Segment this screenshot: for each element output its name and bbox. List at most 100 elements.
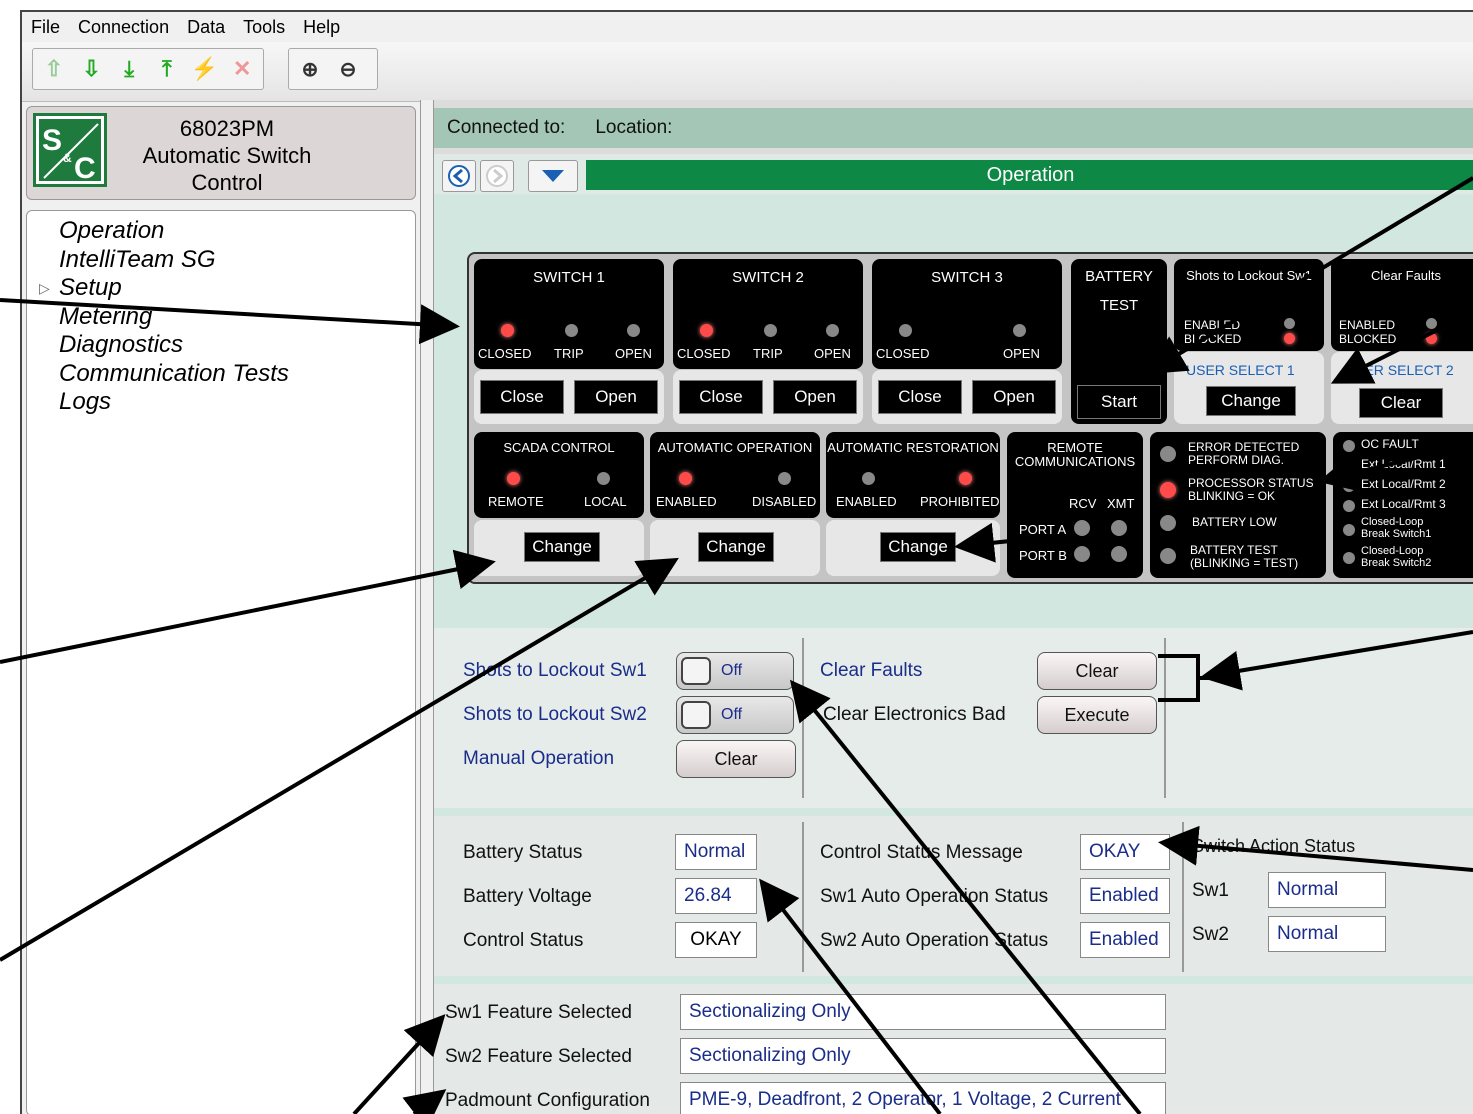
app-window: File Connection Data Tools Help ⇧ ⇩ ⤓ ⤒ … <box>20 10 1473 1114</box>
user-select1-change-button[interactable]: Change <box>1206 386 1296 416</box>
port-b-label: PORT B <box>1019 548 1067 563</box>
nav-item-logs[interactable]: Logs <box>59 388 289 417</box>
battery-voltage-label: Battery Voltage <box>463 886 592 907</box>
switch1-closed-led <box>501 324 514 337</box>
switch3-open-label: OPEN <box>1003 346 1040 361</box>
remote-comm-title1: REMOTE <box>1047 440 1103 455</box>
switch1-trip-led <box>565 324 578 337</box>
connected-to-label: Connected to: <box>447 117 566 138</box>
switch2-open-button[interactable]: Open <box>773 380 857 414</box>
switch1-open-led <box>627 324 640 337</box>
scada-local-label: LOCAL <box>584 494 627 509</box>
switch3-close-button[interactable]: Close <box>878 380 962 414</box>
shots-sw2-toggle[interactable]: Off <box>676 696 794 734</box>
scada-remote-label: REMOTE <box>488 494 544 509</box>
zoom-out-icon[interactable]: ⊖ <box>333 54 363 84</box>
scada-remote-led <box>507 472 520 485</box>
battery-status-value: Normal <box>675 834 757 870</box>
forward-button[interactable] <box>480 160 514 192</box>
port-a-label: PORT A <box>1019 522 1067 537</box>
sw2-auto-operation-label: Sw2 Auto Operation Status <box>820 930 1049 951</box>
sw2-feature-label: Sw2 Feature Selected <box>445 1046 632 1067</box>
switch2-title: SWITCH 2 <box>732 269 804 286</box>
switch3-open-button[interactable]: Open <box>972 380 1056 414</box>
battery-test-led <box>1160 548 1176 564</box>
clear-faults-button[interactable]: Clear <box>1037 652 1157 690</box>
user-select2-clear-button[interactable]: Clear <box>1359 388 1443 418</box>
expand-arrow-icon[interactable]: ▷ <box>39 274 50 303</box>
battery-test-start-button[interactable]: Start <box>1077 385 1161 419</box>
shots-enabled-led <box>1284 318 1295 329</box>
sw1-feature-label: Sw1 Feature Selected <box>445 1002 632 1023</box>
nav-item-communication-tests[interactable]: Communication Tests <box>59 360 289 389</box>
menu-connection[interactable]: Connection <box>69 17 178 38</box>
pane-splitter[interactable] <box>420 100 434 1114</box>
screen-dropdown-button[interactable] <box>528 160 578 192</box>
auto-restoration-prohibited-led <box>959 472 972 485</box>
blinking-test-label: (BLINKING = TEST) <box>1190 556 1299 570</box>
clear-faults-title: Clear Faults <box>1370 268 1442 283</box>
back-button[interactable] <box>442 160 476 192</box>
switch3-closed-led <box>899 324 912 337</box>
break-switch1-label: Break Switch1 <box>1361 528 1432 540</box>
upload-disabled-icon[interactable]: ⇧ <box>39 54 69 84</box>
clear-faults-enabled-led <box>1426 318 1437 329</box>
switch3-closed-label: CLOSED <box>876 346 930 361</box>
padmount-config-label: Padmount Configuration <box>445 1090 650 1111</box>
main-pane: Connected to: Location: Operation SWITCH… <box>434 100 1473 1114</box>
ext-local-rmt2-label: Ext Local/Rmt 2 <box>1361 477 1446 491</box>
switch2-close-button[interactable]: Close <box>679 380 763 414</box>
test-title: TEST <box>1099 297 1139 314</box>
menu-tools[interactable]: Tools <box>234 17 294 38</box>
disconnect-disabled-icon[interactable]: ✕ <box>227 54 257 84</box>
auto-operation-disabled-led <box>778 472 791 485</box>
nav-item-operation[interactable]: Operation <box>59 217 289 246</box>
rcv-label: RCV <box>1069 496 1097 511</box>
zoom-in-icon[interactable]: ⊕ <box>295 54 325 84</box>
upload-file-icon[interactable]: ⤒ <box>152 54 182 84</box>
auto-operation-block: AUTOMATIC OPERATION ENABLED DISABLED <box>650 432 820 518</box>
nav-tree: Operation IntelliTeam SG ▷ Setup Metering… <box>26 210 416 1114</box>
scada-change-box: Change <box>474 520 644 576</box>
auto-restoration-change-button[interactable]: Change <box>880 532 956 562</box>
remote-comm-title2: COMMUNICATIONS <box>1014 454 1136 469</box>
operation-content: Operation SWITCH 1 CLOSED TRIP OPEN Clos… <box>434 154 1473 1114</box>
oc-fault-led <box>1343 440 1355 452</box>
port-b-xmt-led <box>1111 546 1127 562</box>
manual-operation-clear-button[interactable]: Clear <box>676 740 796 778</box>
sw1-auto-operation-value: Enabled <box>1080 878 1170 914</box>
switch1-close-button[interactable]: Close <box>480 380 564 414</box>
auto-restoration-enabled-led <box>862 472 875 485</box>
switch1-open-button[interactable]: Open <box>574 380 658 414</box>
menu-help[interactable]: Help <box>294 17 349 38</box>
scada-change-button[interactable]: Change <box>524 532 600 562</box>
download-file-icon[interactable]: ⤓ <box>114 54 144 84</box>
clear-electronics-bad-label: Clear Electronics Bad <box>823 704 1006 725</box>
status-section: Battery Status Normal Battery Voltage 26… <box>434 816 1473 976</box>
scada-control-block: SCADA CONTROL REMOTE LOCAL <box>474 432 644 518</box>
sw2-auto-operation-value: Enabled <box>1080 922 1170 958</box>
menu-data[interactable]: Data <box>178 17 234 38</box>
remote-communications-block: REMOTE COMMUNICATIONS RCV XMT PORT A POR… <box>1007 432 1143 578</box>
control-status-value: OKAY <box>675 922 757 958</box>
auto-operation-change-button[interactable]: Change <box>698 532 774 562</box>
switch2-open-label: OPEN <box>814 346 851 361</box>
screen-title: Operation <box>586 160 1473 190</box>
battery-voltage-value: 26.84 <box>675 878 757 914</box>
shots-sw1-toggle[interactable]: Off <box>676 652 794 690</box>
connect-disabled-icon[interactable]: ⚡ <box>190 54 220 84</box>
port-a-rcv-led <box>1074 520 1090 536</box>
nav-item-metering[interactable]: Metering <box>59 303 289 332</box>
oc-fault-label: OC FAULT <box>1361 437 1419 451</box>
menu-file[interactable]: File <box>22 17 69 38</box>
auto-restoration-block: AUTOMATIC RESTORATION ENABLED PROHIBITED <box>826 432 1000 518</box>
nav-item-intelliteam[interactable]: IntelliTeam SG <box>59 246 289 275</box>
clear-electronics-execute-button[interactable]: Execute <box>1037 696 1157 734</box>
screen-nav-row: Operation <box>434 154 1473 194</box>
nav-item-setup[interactable]: ▷ Setup <box>39 274 289 303</box>
nav-item-diagnostics[interactable]: Diagnostics <box>59 331 289 360</box>
download-icon[interactable]: ⇩ <box>77 54 107 84</box>
user-select1-box: USER SELECT 1 Change <box>1174 352 1324 424</box>
processor-status-label: PROCESSOR STATUS <box>1188 476 1314 490</box>
ext-local-rmt1-label: Ext Local/Rmt 1 <box>1361 457 1446 471</box>
